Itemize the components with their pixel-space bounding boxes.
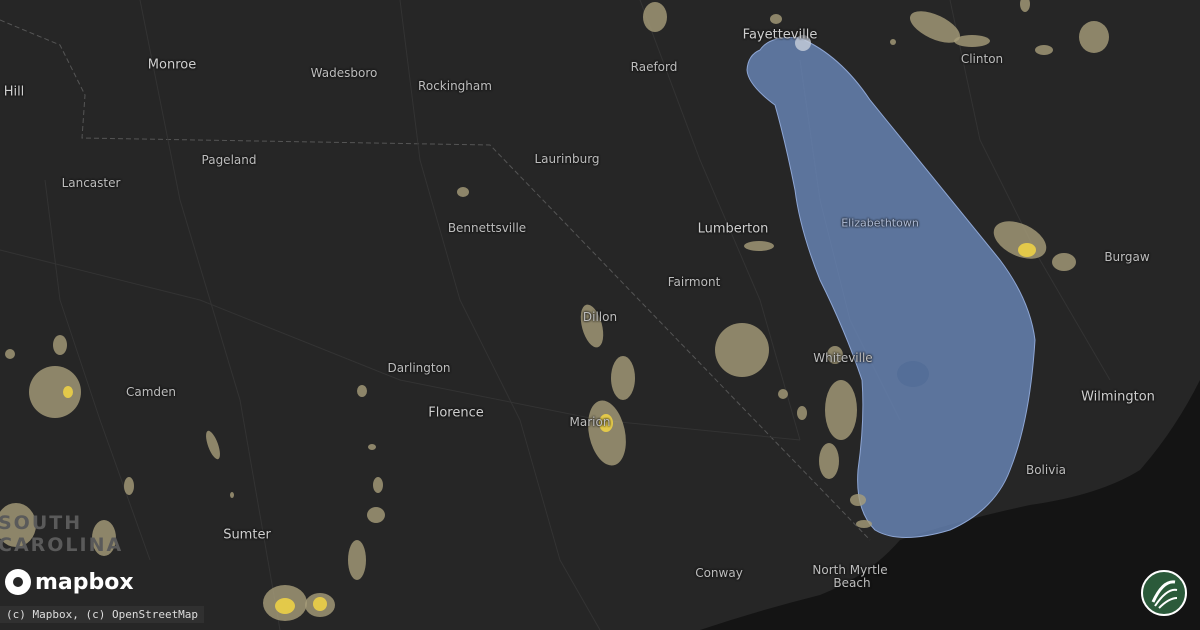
place-label: Fairmont (667, 275, 721, 289)
place-label: North Myrtle (812, 563, 888, 577)
place-label: Bennettsville (447, 221, 527, 235)
brand-badge[interactable] (1141, 570, 1187, 616)
mapbox-logo-icon (5, 569, 31, 595)
place-label: Rockingham (418, 79, 492, 93)
place-label: Wilmington (1081, 389, 1155, 405)
place-label: Burgaw (1104, 250, 1150, 264)
place-label: Hill (3, 84, 25, 100)
place-label: Monroe (147, 57, 197, 73)
place-label: Beach (833, 576, 871, 590)
storm-core (1018, 243, 1036, 257)
place-label: Lumberton (697, 221, 769, 237)
swirl-icon (1151, 580, 1178, 609)
mapbox-logo[interactable]: mapbox (5, 569, 134, 595)
mapbox-logo-text: mapbox (35, 569, 134, 595)
place-label: Whiteville (813, 351, 873, 365)
place-label: Sumter (223, 527, 271, 543)
place-label: Camden (125, 385, 177, 399)
place-label: Darlington (387, 361, 451, 375)
place-label: Raeford (630, 60, 678, 74)
place-label: Elizabethtown (841, 216, 919, 230)
place-label: Wadesboro (310, 66, 378, 80)
state-label-line: SOUTH (0, 512, 83, 534)
place-label: Dillon (582, 310, 618, 324)
place-label: Fayetteville (742, 27, 818, 43)
place-label: Bolivia (1025, 463, 1067, 477)
place-label: Marion (569, 415, 611, 429)
place-label: Conway (695, 566, 743, 580)
place-label: Laurinburg (534, 152, 600, 166)
attribution[interactable]: (c) Mapbox, (c) OpenStreetMap (0, 606, 205, 623)
place-label: Florence (428, 405, 484, 421)
alert-area (746, 37, 1036, 538)
place-label: Clinton (960, 52, 1004, 66)
place-label: Pageland (201, 153, 257, 167)
state-border (0, 19, 871, 541)
place-label: Lancaster (61, 176, 121, 190)
map-view[interactable]: Fayetteville Clinton Raeford Monroe Wadesbor… (0, 0, 1200, 630)
state-label-line: CAROLINA (0, 534, 124, 556)
state-label: SOUTH CAROLINA (0, 512, 123, 556)
